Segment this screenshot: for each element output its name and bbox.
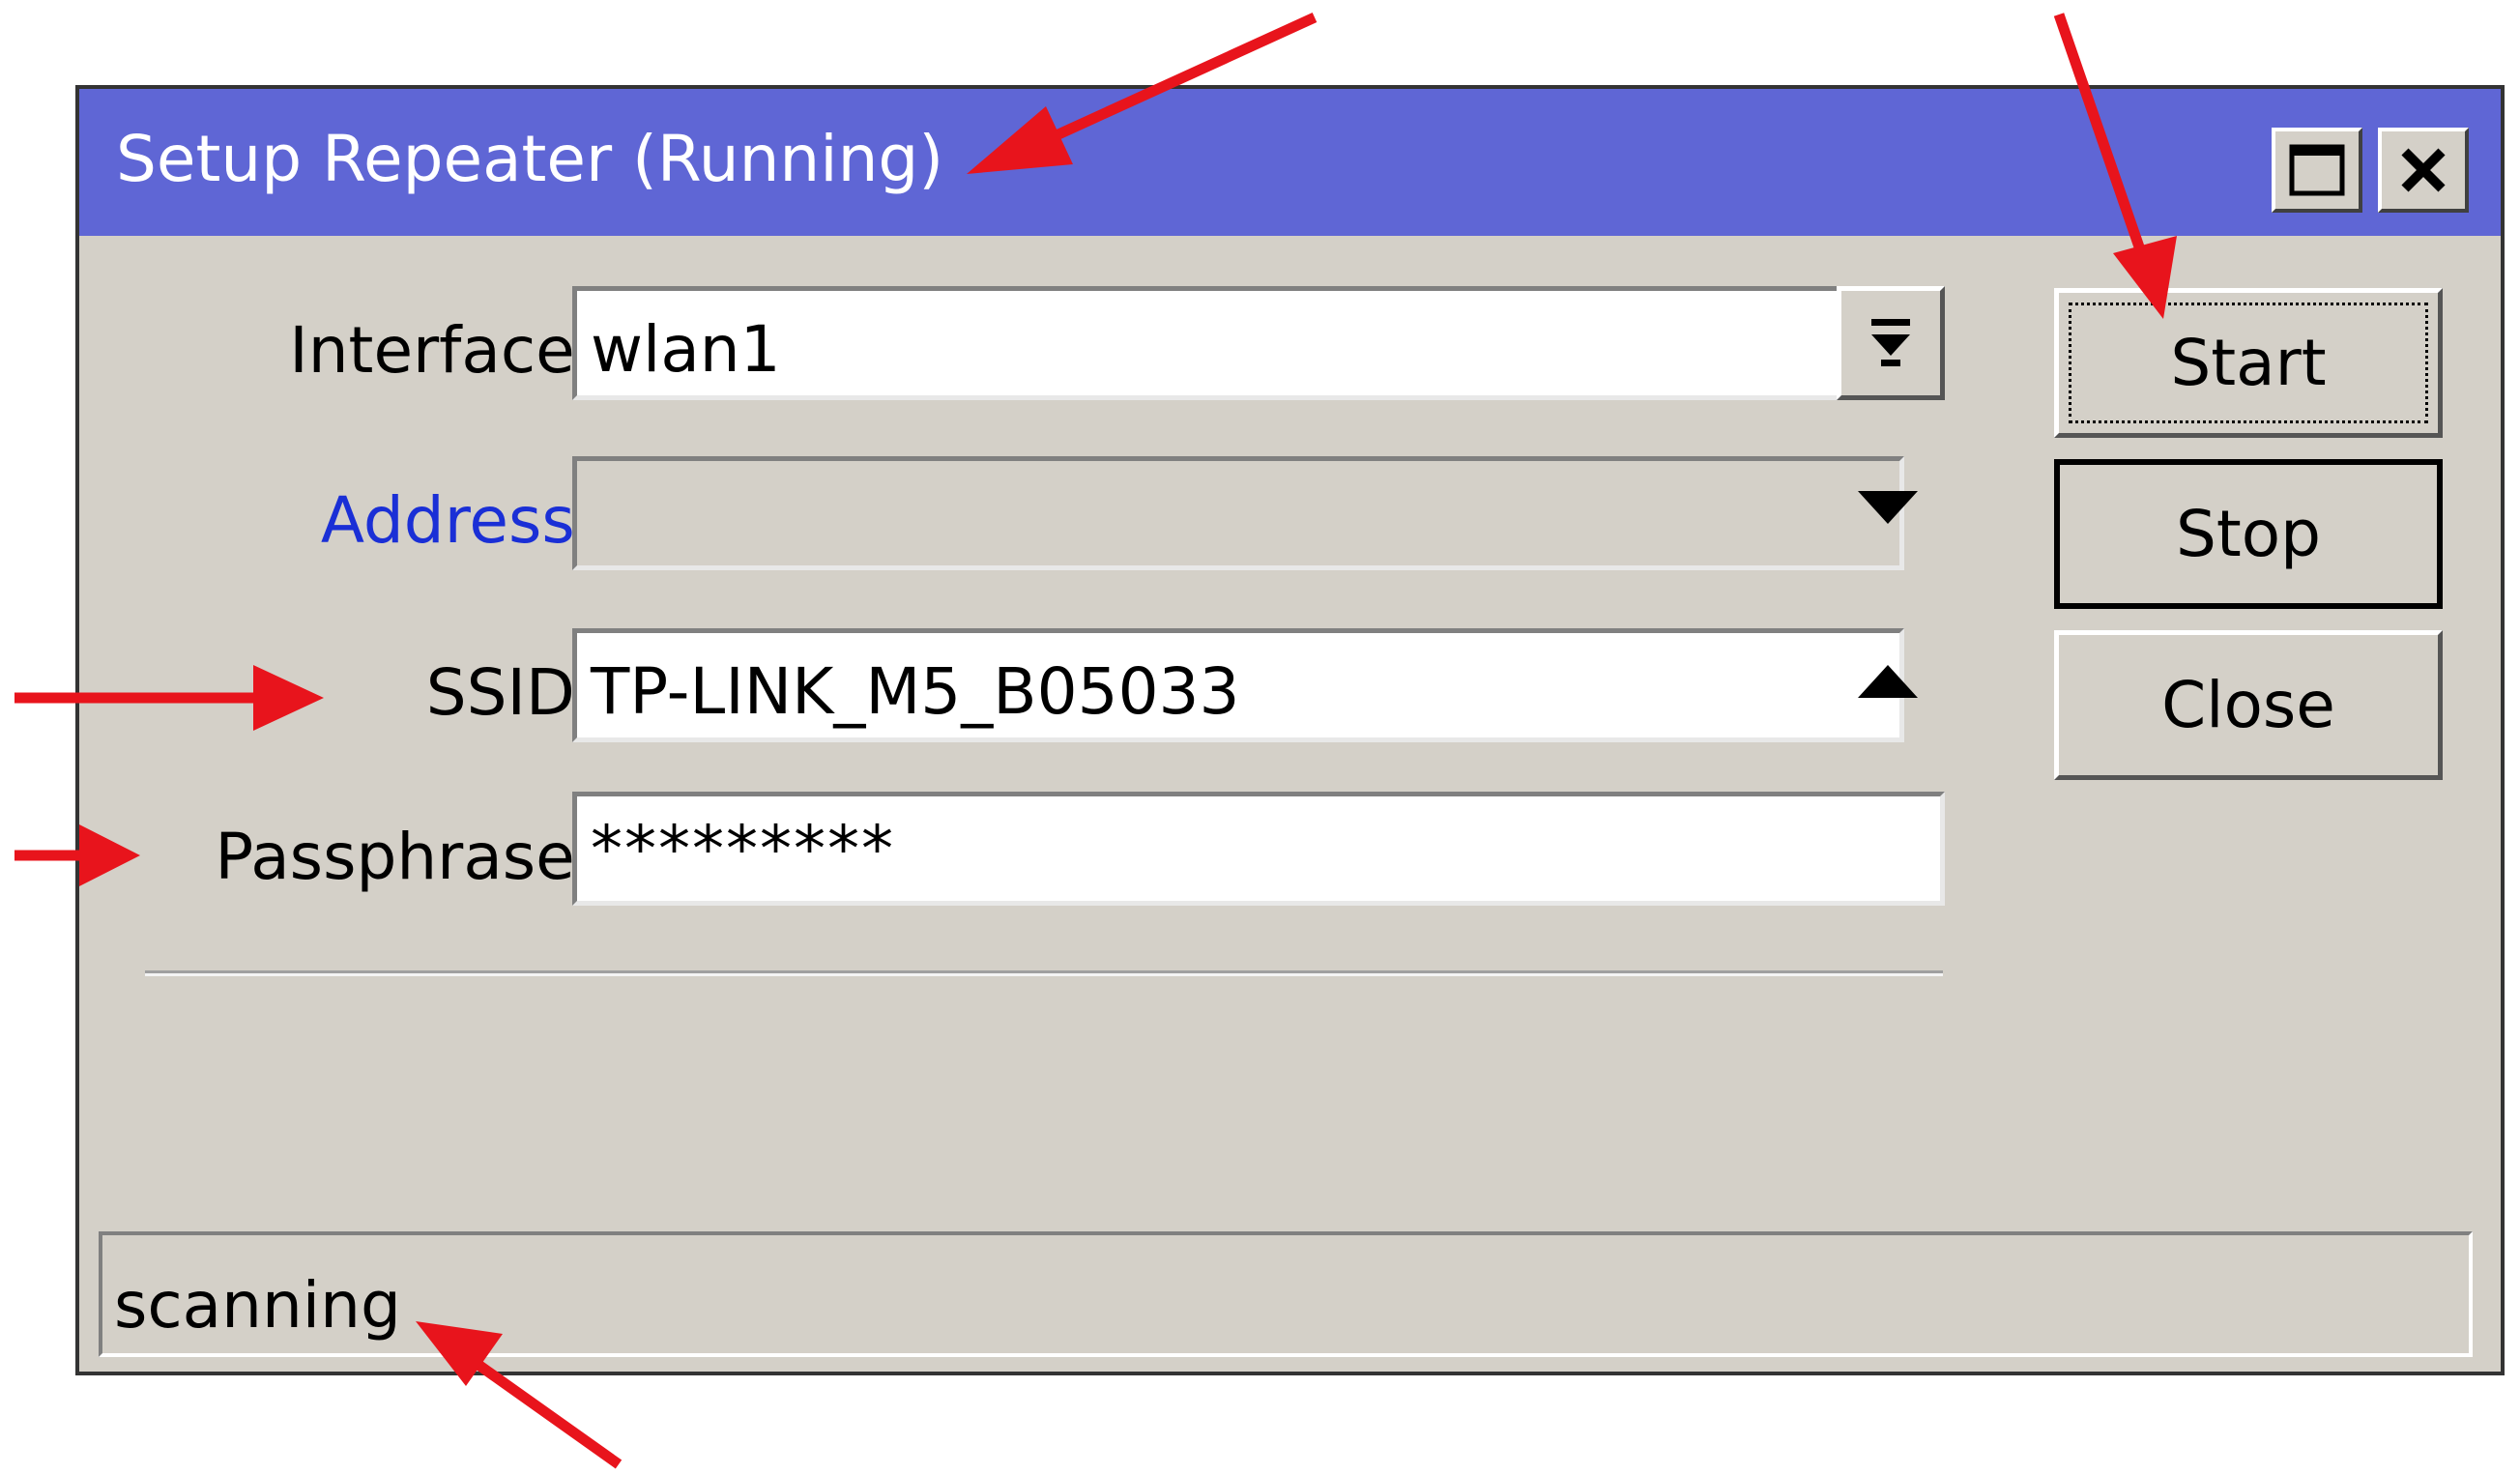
triangle-down-icon[interactable] xyxy=(1858,491,1918,526)
maximize-icon xyxy=(2289,144,2345,196)
start-button[interactable]: Start xyxy=(2054,288,2443,438)
stop-button[interactable]: Stop xyxy=(2054,459,2443,609)
triangle-up-icon[interactable] xyxy=(1858,665,1918,700)
interface-dropdown-button[interactable] xyxy=(1837,286,1945,400)
ssid-field[interactable]: TP-LINK_M5_B05033 xyxy=(572,628,1904,742)
start-button-label: Start xyxy=(2170,326,2327,400)
passphrase-field[interactable]: ********* xyxy=(572,792,1945,906)
interface-field[interactable]: wlan1 xyxy=(572,286,1904,400)
separator xyxy=(145,970,1943,976)
address-field xyxy=(572,456,1904,570)
passphrase-label: Passphrase: xyxy=(215,820,596,894)
maximize-button[interactable] xyxy=(2272,128,2362,213)
close-button[interactable]: Close xyxy=(2054,630,2443,780)
stop-button-label: Stop xyxy=(2175,497,2322,571)
setup-repeater-window: Setup Repeater (Running) Interface: wlan… xyxy=(75,85,2505,1375)
status-text: scanning xyxy=(114,1268,401,1343)
status-bar: scanning xyxy=(99,1231,2473,1357)
close-window-button[interactable] xyxy=(2378,128,2469,213)
close-icon xyxy=(2401,148,2446,192)
window-title: Setup Repeater (Running) xyxy=(116,122,944,196)
ssid-label: SSID: xyxy=(425,655,596,730)
address-label[interactable]: Address: xyxy=(321,489,596,553)
dropdown-bar-icon xyxy=(1871,319,1910,366)
title-bar[interactable]: Setup Repeater (Running) xyxy=(79,89,2501,236)
interface-label: Interface: xyxy=(289,313,596,388)
close-button-label: Close xyxy=(2161,668,2335,742)
